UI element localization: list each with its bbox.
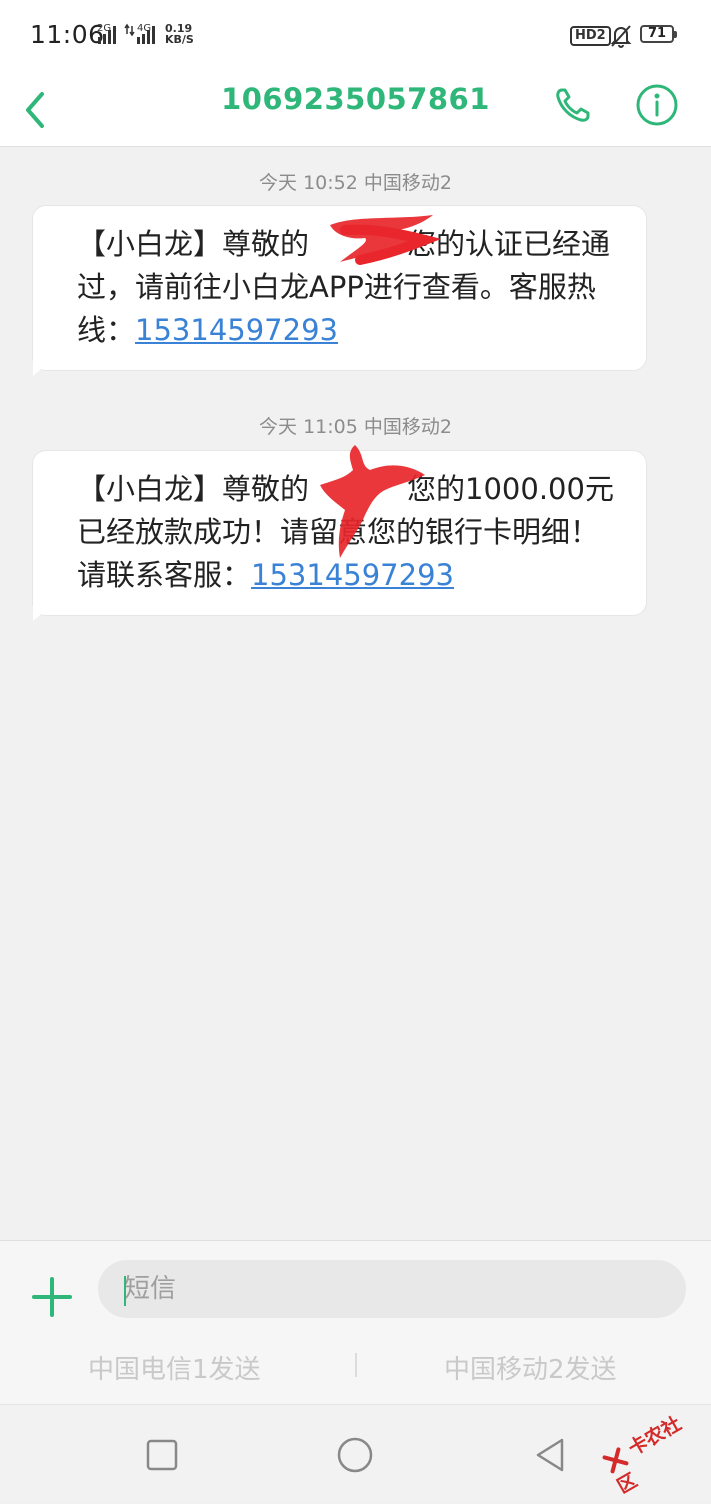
message-input[interactable]: 短信: [98, 1260, 686, 1318]
phone-number-link[interactable]: 15314597293: [251, 558, 454, 592]
bubble-tail: [33, 360, 47, 376]
message-bubble[interactable]: 【小白龙】尊敬的 您的1000.00元已经放款成功！请留意您的银行卡明细！请联系客…: [32, 450, 647, 621]
message-bubble[interactable]: 【小白龙】尊敬的 您的认证已经通过，请前往小白龙APP进行查看。客服热线：1531…: [32, 205, 647, 376]
compose-bar: 短信 中国电信1发送 中国移动2发送: [0, 1240, 711, 1405]
bell-muted-icon: [610, 25, 632, 48]
network-speed-unit: KB/S: [165, 33, 194, 46]
recents-square-icon[interactable]: [142, 1435, 182, 1475]
phone-call-icon[interactable]: [548, 80, 598, 130]
bubble-tail: [33, 605, 47, 621]
clock: 11:06: [30, 20, 105, 49]
send-via-sim2-button[interactable]: 中国移动2发送: [444, 1349, 617, 1386]
send-via-sim1-button[interactable]: 中国电信1发送: [88, 1349, 261, 1386]
message-text: 【小白龙】尊敬的: [77, 227, 310, 261]
conversation-header: 1069235057861: [0, 70, 711, 147]
network-speed: 0.19 KB/S: [165, 23, 194, 45]
message-text: 【小白龙】尊敬的: [77, 472, 310, 506]
sim2-signal-icon: [137, 26, 155, 44]
home-circle-icon[interactable]: [335, 1435, 375, 1475]
sim1-signal-icon: [98, 26, 116, 44]
send-divider: [355, 1353, 357, 1377]
info-icon[interactable]: [632, 80, 682, 130]
battery-icon: 71: [640, 25, 677, 43]
back-triangle-icon[interactable]: [530, 1435, 570, 1475]
add-attachment-icon[interactable]: [30, 1275, 74, 1319]
status-bar: 11:06 2G 4G 0.19 KB/S HD2 71: [0, 0, 711, 70]
hd-voice-badge: HD2: [570, 26, 611, 46]
message-timestamp: 今天 11:05 中国移动2: [259, 416, 452, 438]
contact-number-title: 1069235057861: [221, 82, 490, 116]
message-timestamp: 今天 10:52 中国移动2: [259, 172, 452, 194]
text-cursor: [124, 1276, 126, 1306]
phone-number-link[interactable]: 15314597293: [135, 313, 338, 347]
